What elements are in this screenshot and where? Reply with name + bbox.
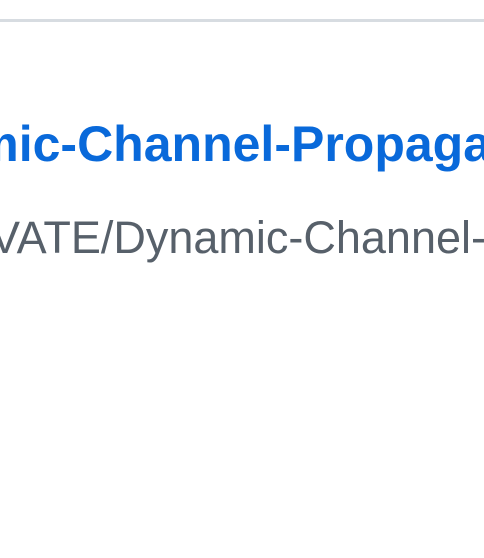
repository-title-link[interactable]: Dynamic-Channel-Propagation xyxy=(0,108,484,180)
repository-preview-viewport: Dynamic-Channel-Propagation VATE/Dynamic… xyxy=(0,0,484,558)
repository-card: Dynamic-Channel-Propagation VATE/Dynamic… xyxy=(0,22,484,558)
repository-path: VATE/Dynamic-Channel-Propagation xyxy=(0,212,484,263)
